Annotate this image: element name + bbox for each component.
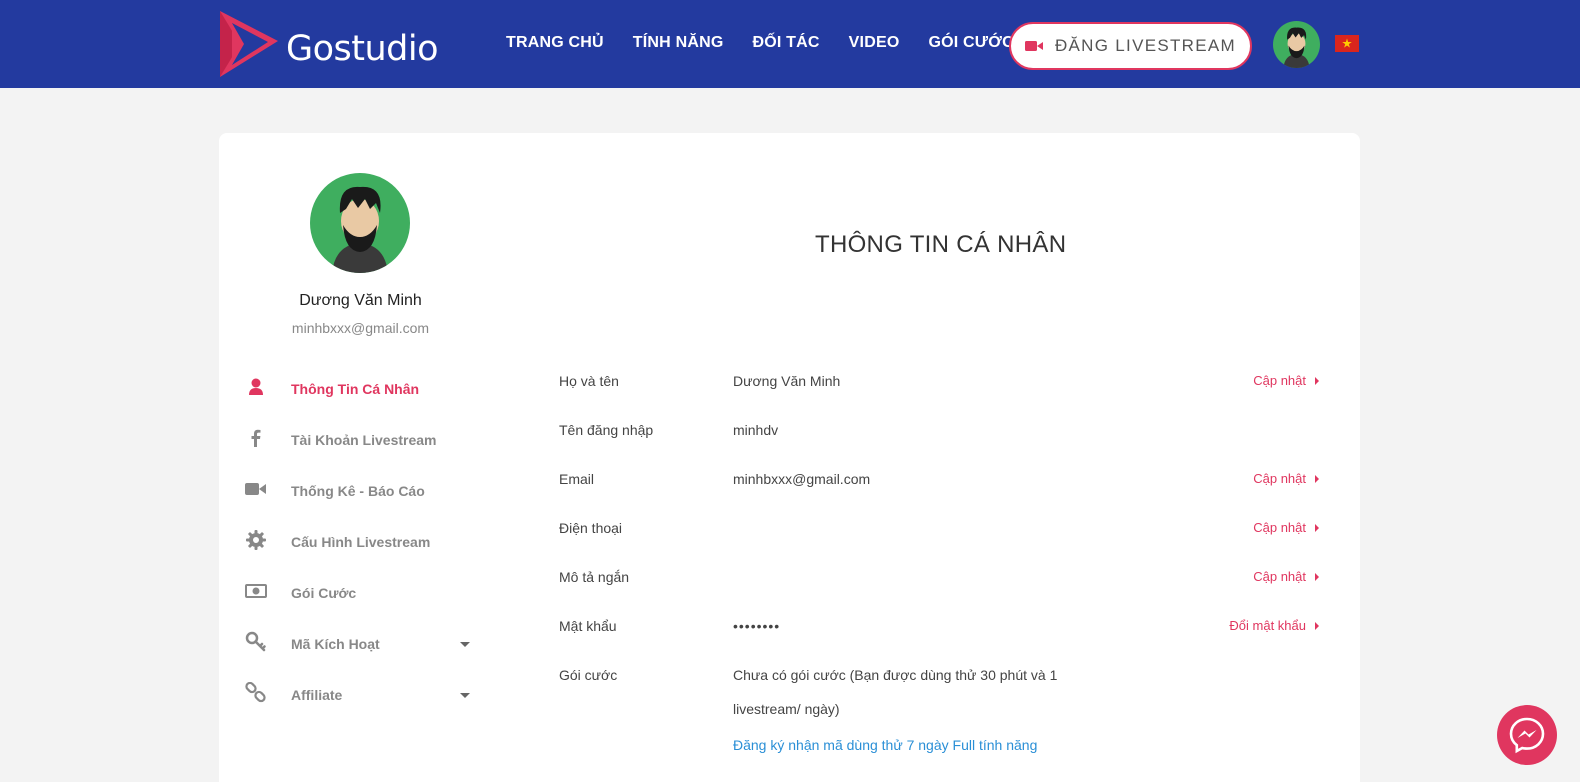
sidebar-item-livestream-config[interactable]: Cấu Hình Livestream <box>245 517 475 568</box>
sidebar-item-label: Tài Khoản Livestream <box>291 432 437 448</box>
field-label: Mô tả ngắn <box>559 569 630 585</box>
action-label: Đổi mật khẩu <box>1229 618 1306 633</box>
link-icon <box>245 682 266 703</box>
key-icon <box>245 631 266 652</box>
chevron-down-icon[interactable] <box>460 642 470 647</box>
nav-features[interactable]: TÍNH NĂNG <box>633 34 724 52</box>
sidebar-item-label: Gói Cước <box>291 585 357 601</box>
profile-name: Dương Văn Minh <box>299 292 422 309</box>
messenger-chat-button[interactable] <box>1497 705 1557 765</box>
brand-logo[interactable]: Gostudio <box>218 9 439 79</box>
update-name-link[interactable]: Cập nhật <box>1253 373 1319 388</box>
messenger-icon <box>1509 717 1545 754</box>
sidebar-item-livestream-accounts[interactable]: Tài Khoản Livestream <box>245 415 475 466</box>
info-row-username: Tên đăng nhập minhdv <box>559 419 1319 468</box>
user-avatar[interactable] <box>1273 21 1320 68</box>
plan-value: Chưa có gói cước (Bạn được dùng thử 30 p… <box>733 667 1058 717</box>
play-logo-icon <box>220 11 278 77</box>
facebook-icon <box>251 429 261 447</box>
info-row-plan: Gói cước Chưa có gói cước (Bạn được dùng… <box>559 664 1319 753</box>
sidebar-item-activation-code[interactable]: Mã Kích Hoạt <box>245 619 475 670</box>
info-row-full-name: Họ và tên Dương Văn Minh Cập nhật <box>559 370 1319 419</box>
gear-icon <box>246 530 266 550</box>
money-icon <box>245 584 267 598</box>
profile-card: Dương Văn Minh minhbxxx@gmail.com Thông … <box>219 133 1360 782</box>
nav-pricing[interactable]: GÓI CƯỚC <box>928 34 1013 52</box>
sidebar-item-label: Thống Kê - Báo Cáo <box>291 483 425 499</box>
sidebar-item-pricing[interactable]: Gói Cước <box>245 568 475 619</box>
avatar-icon <box>1273 21 1320 68</box>
action-label: Cập nhật <box>1253 471 1306 486</box>
livestream-button-label: ĐĂNG LIVESTREAM <box>1054 36 1237 55</box>
sidebar-menu: Thông Tin Cá Nhân Tài Khoản Livestream T… <box>245 364 475 721</box>
field-label: Điện thoại <box>559 520 623 536</box>
personal-info-table: Họ và tên Dương Văn Minh Cập nhật Tên đă… <box>559 370 1319 753</box>
nav-video[interactable]: VIDEO <box>849 34 900 52</box>
avatar-icon <box>310 173 410 273</box>
video-camera-icon <box>1024 41 1043 51</box>
profile-avatar[interactable] <box>310 173 410 273</box>
action-label: Cập nhật <box>1253 373 1306 388</box>
field-value: Dương Văn Minh <box>733 373 841 389</box>
sidebar-item-personal-info[interactable]: Thông Tin Cá Nhân <box>245 364 475 415</box>
update-phone-link[interactable]: Cập nhật <box>1253 520 1319 535</box>
info-row-phone: Điện thoại Cập nhật <box>559 517 1319 566</box>
user-icon <box>249 378 263 395</box>
vietnam-flag-icon[interactable] <box>1335 35 1359 52</box>
page-title: THÔNG TIN CÁ NHÂN <box>815 231 1067 258</box>
field-label: Gói cước <box>559 667 618 683</box>
top-header: Gostudio TRANG CHỦ TÍNH NĂNG ĐỐI TÁC VID… <box>0 0 1580 88</box>
profile-email: minhbxxx@gmail.com <box>291 320 430 336</box>
caret-right-icon <box>1315 523 1319 532</box>
sidebar-item-label: Cấu Hình Livestream <box>291 534 431 550</box>
nav-home[interactable]: TRANG CHỦ <box>506 34 604 52</box>
sidebar-item-label: Thông Tin Cá Nhân <box>291 381 420 397</box>
info-row-email: Email minhbxxx@gmail.com Cập nhật <box>559 468 1319 517</box>
chevron-down-icon[interactable] <box>460 693 470 698</box>
info-row-password: Mật khẩu •••••••• Đổi mật khẩu <box>559 615 1319 664</box>
main-nav: TRANG CHỦ TÍNH NĂNG ĐỐI TÁC VIDEO GÓI CƯ… <box>506 34 1043 52</box>
field-label: Mật khẩu <box>559 618 617 634</box>
field-value: minhdv <box>733 422 779 438</box>
brand-name: Gostudio <box>286 29 439 69</box>
caret-right-icon <box>1315 621 1319 630</box>
sidebar-item-label: Mã Kích Hoạt <box>291 636 380 652</box>
flag-graphic <box>1335 35 1359 52</box>
caret-right-icon <box>1315 474 1319 483</box>
caret-right-icon <box>1315 376 1319 385</box>
nav-partners[interactable]: ĐỐI TÁC <box>752 34 819 52</box>
action-label: Cập nhật <box>1253 569 1306 584</box>
update-email-link[interactable]: Cập nhật <box>1253 471 1319 486</box>
sidebar-item-statistics[interactable]: Thống Kê - Báo Cáo <box>245 466 475 517</box>
update-bio-link[interactable]: Cập nhật <box>1253 569 1319 584</box>
password-mask: •••••••• <box>733 618 781 634</box>
video-camera-icon <box>245 483 266 495</box>
field-label: Họ và tên <box>559 373 619 389</box>
action-label: Cập nhật <box>1253 520 1306 535</box>
caret-right-icon <box>1315 572 1319 581</box>
sidebar-item-affiliate[interactable]: Affiliate <box>245 670 475 721</box>
field-value: minhbxxx@gmail.com <box>733 471 871 487</box>
livestream-button[interactable]: ĐĂNG LIVESTREAM <box>1009 22 1252 70</box>
trial-register-link[interactable]: Đăng ký nhận mã dùng thử 7 ngày Full tín… <box>733 737 1037 753</box>
change-password-link[interactable]: Đổi mật khẩu <box>1229 618 1319 633</box>
sidebar-item-label: Affiliate <box>291 687 343 703</box>
info-row-bio: Mô tả ngắn Cập nhật <box>559 566 1319 615</box>
field-label: Tên đăng nhập <box>559 422 654 438</box>
field-label: Email <box>559 471 595 487</box>
